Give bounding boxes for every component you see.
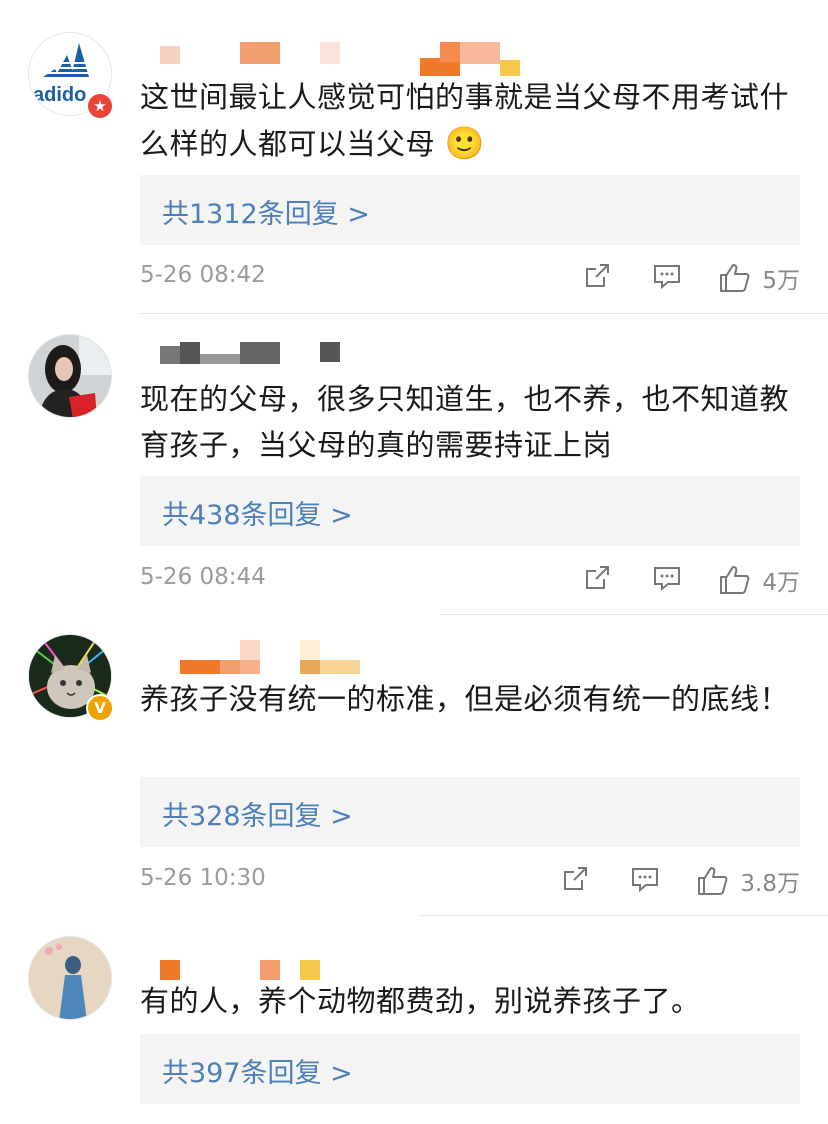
view-replies-link[interactable]: 共1312条回复 >: [162, 192, 370, 231]
like-count: 3.8万: [740, 871, 800, 897]
red-star-badge: ★: [86, 92, 114, 120]
like-count: 4万: [762, 570, 800, 596]
view-replies-link[interactable]: 共438条回复 >: [162, 493, 353, 532]
thumbs-up-icon: [720, 566, 750, 594]
avatar[interactable]: [28, 936, 112, 1020]
comment-meta: 5-26 08:42 5万: [140, 258, 800, 298]
comment-icon[interactable]: [630, 864, 660, 898]
comment-actions: 3.8万: [520, 861, 800, 901]
timestamp: 5-26 08:44: [140, 564, 266, 590]
thumbs-up-icon: [698, 867, 728, 895]
comment-text: 养孩子没有统一的标准，但是必须有统一的底线！: [140, 682, 790, 716]
timestamp: 5-26 10:30: [140, 865, 266, 891]
smile-emoji-icon: 🙂: [444, 124, 486, 162]
comment-text: 现在的父母，很多只知道生，也不养，也不知道教育孩子，当父母的真的需要持证上岗: [140, 382, 790, 462]
comment-text: 这世间最让人感觉可怕的事就是当父母不用考试什么样的人都可以当父母 🙂: [140, 80, 790, 162]
replies-box[interactable]: 共438条回复 >: [140, 476, 800, 546]
replies-box[interactable]: 共1312条回复 >: [140, 175, 800, 245]
comment-actions: 4万: [542, 560, 800, 600]
comment-icon[interactable]: [652, 563, 682, 597]
replies-box[interactable]: 共397条回复 >: [140, 1034, 800, 1104]
share-icon[interactable]: [560, 864, 590, 898]
view-replies-link[interactable]: 共328条回复 >: [162, 794, 353, 833]
share-icon[interactable]: [582, 261, 612, 295]
username-mosaic[interactable]: [160, 340, 360, 380]
comment-meta: 5-26 10:30 3.8万: [140, 861, 800, 901]
thumbs-up-icon: [720, 264, 750, 292]
like-button[interactable]: 5万: [718, 261, 800, 295]
comment-text: 有的人，养个动物都费劲，别说养孩子了。: [140, 984, 701, 1018]
svg-text:adido: adido: [33, 84, 86, 106]
comment-meta: 5-26 08:44 4万: [140, 560, 800, 600]
username-mosaic[interactable]: [160, 38, 540, 78]
comment-icon[interactable]: [652, 261, 682, 295]
share-icon[interactable]: [582, 563, 612, 597]
divider: [420, 915, 828, 916]
divider: [140, 313, 828, 314]
avatar[interactable]: [28, 334, 112, 418]
like-count: 5万: [762, 268, 800, 294]
username-mosaic[interactable]: [160, 640, 380, 680]
girl-photo-icon: [29, 335, 111, 417]
timestamp: 5-26 08:42: [140, 262, 266, 288]
replies-box[interactable]: 共328条回复 >: [140, 777, 800, 847]
orange-v-badge: V: [86, 694, 114, 722]
blue-figure-photo-icon: [29, 937, 111, 1019]
view-replies-link[interactable]: 共397条回复 >: [162, 1051, 353, 1090]
like-button[interactable]: 4万: [718, 563, 800, 597]
comment-actions: 5万: [542, 258, 800, 298]
divider: [440, 614, 828, 615]
like-button[interactable]: 3.8万: [696, 864, 800, 898]
